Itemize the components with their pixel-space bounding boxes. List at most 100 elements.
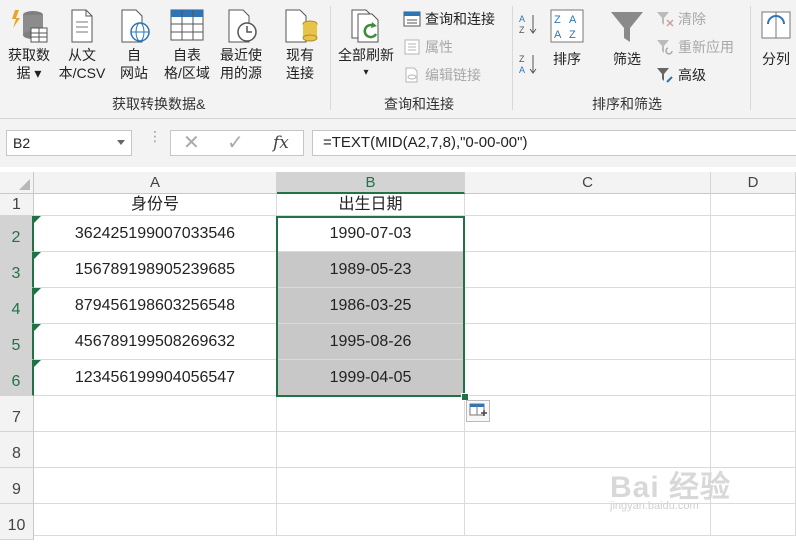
reapply-button[interactable]: 重新应用 <box>656 36 756 58</box>
cell-c1[interactable] <box>465 194 711 216</box>
group-queries-label: 查询和连接 <box>384 96 454 112</box>
cell-d5[interactable] <box>711 324 796 360</box>
row-header-8[interactable]: 8 <box>0 432 34 468</box>
formula-bar-grip-icon[interactable]: ⋮ <box>148 129 162 153</box>
queries-connections-button[interactable]: 查询和连接 <box>403 8 513 30</box>
quick-analysis-icon <box>469 403 487 416</box>
select-all-corner[interactable] <box>0 172 34 194</box>
clear-filter-icon <box>657 12 674 27</box>
from-table-button[interactable]: 自表 格/区域 <box>160 6 214 82</box>
get-data-button[interactable]: 获取数 据 ▾ <box>4 6 54 82</box>
cell-d10[interactable] <box>711 504 796 536</box>
cell-b10[interactable] <box>277 504 465 536</box>
sort-button[interactable]: ZA AZ 排序 <box>546 8 588 68</box>
from-web-label-2: 网站 <box>120 65 148 81</box>
cell-d2[interactable] <box>711 216 796 252</box>
cell-a3[interactable]: 156789198905239685 <box>34 252 277 288</box>
column-header-d[interactable]: D <box>711 172 796 194</box>
insert-function-icon[interactable]: fx <box>273 131 289 155</box>
from-text-csv-button[interactable]: 从文 本/CSV <box>56 6 108 82</box>
cell-b5[interactable]: 1995-08-26 <box>277 324 465 360</box>
cell-c7[interactable] <box>465 396 711 432</box>
table-icon <box>170 9 204 41</box>
id-number: 456789199508269632 <box>74 333 236 350</box>
web-globe-icon <box>121 9 150 43</box>
properties-button[interactable]: 属性 <box>403 36 513 58</box>
confirm-entry-icon[interactable]: ✓ <box>227 131 244 155</box>
cell-b2[interactable]: 1990-07-03 <box>277 216 465 252</box>
cell-b7[interactable] <box>277 396 465 432</box>
sort-za-button[interactable]: ZA <box>518 52 540 76</box>
clear-filter-button[interactable]: 清除 <box>656 8 746 30</box>
cell-b9[interactable] <box>277 468 465 504</box>
corner-triangle-icon <box>19 179 30 190</box>
cell-c4[interactable] <box>465 288 711 324</box>
advanced-filter-icon <box>657 68 673 83</box>
svg-text:Z: Z <box>569 29 576 41</box>
column-header-a[interactable]: A <box>34 172 277 194</box>
row-header-9[interactable]: 9 <box>0 468 34 504</box>
cell-b3[interactable]: 1989-05-23 <box>277 252 465 288</box>
cell-a9[interactable] <box>34 468 277 504</box>
cell-a6[interactable]: 123456199904056547 <box>34 360 277 396</box>
svg-text:Z: Z <box>519 25 525 35</box>
row-header-7[interactable]: 7 <box>0 396 34 432</box>
refresh-all-button[interactable]: 全部刷新 ▾ <box>334 6 398 82</box>
cell-a2[interactable]: 362425199007033546 <box>34 216 277 252</box>
cell-a1[interactable]: 身份号 <box>34 194 277 216</box>
queries-icon <box>403 11 421 27</box>
row-header-3[interactable]: 3 <box>0 252 34 288</box>
ribbon-separator <box>512 6 513 110</box>
edit-links-button[interactable]: 编辑链接 <box>403 64 513 86</box>
row-header-2[interactable]: 2 <box>0 216 34 252</box>
existing-connections-button[interactable]: 现有 连接 <box>276 6 324 82</box>
id-number: 123456199904056547 <box>74 369 236 386</box>
cell-b8[interactable] <box>277 432 465 468</box>
filter-button[interactable]: 筛选 <box>606 8 648 68</box>
row-header-5[interactable]: 5 <box>0 324 34 360</box>
cell-a5[interactable]: 456789199508269632 <box>34 324 277 360</box>
cell-a10[interactable] <box>34 504 277 536</box>
cell-c3[interactable] <box>465 252 711 288</box>
cell-c2[interactable] <box>465 216 711 252</box>
reapply-label: 重新应用 <box>678 39 734 55</box>
cell-b4[interactable]: 1986-03-25 <box>277 288 465 324</box>
from-web-button[interactable]: 自 网站 <box>112 6 156 82</box>
connection-icon <box>285 9 318 43</box>
advanced-filter-button[interactable]: 高级 <box>656 64 746 86</box>
error-indicator-icon <box>34 216 41 223</box>
cell-d4[interactable] <box>711 288 796 324</box>
column-header-c[interactable]: C <box>465 172 711 194</box>
cell-d6[interactable] <box>711 360 796 396</box>
sort-az-button[interactable]: AZ <box>518 12 540 36</box>
cell-d3[interactable] <box>711 252 796 288</box>
cell-a7[interactable] <box>34 396 277 432</box>
filter-label: 筛选 <box>613 51 641 67</box>
name-box[interactable]: B2 <box>6 130 132 156</box>
row-header-1[interactable]: 1 <box>0 194 34 216</box>
recent-sources-button[interactable]: 最近使 用的源 <box>216 6 266 82</box>
quick-analysis-button[interactable] <box>466 400 490 422</box>
from-table-label-2: 格/区域 <box>164 65 210 81</box>
cell-d7[interactable] <box>711 396 796 432</box>
text-to-columns-button[interactable]: 分列 <box>756 8 796 68</box>
properties-label: 属性 <box>425 39 453 55</box>
chevron-down-icon[interactable] <box>117 140 125 145</box>
cell-a8[interactable] <box>34 432 277 468</box>
error-indicator-icon <box>34 360 41 367</box>
cell-a4[interactable]: 879456198603256548 <box>34 288 277 324</box>
cell-b6[interactable]: 1999-04-05 <box>277 360 465 396</box>
cancel-entry-icon[interactable]: ✕ <box>183 131 200 155</box>
row-header-6[interactable]: 6 <box>0 360 34 396</box>
cell-c6[interactable] <box>465 360 711 396</box>
row-header-4[interactable]: 4 <box>0 288 34 324</box>
sort-dialog-icon: ZA AZ <box>550 9 584 43</box>
cell-c5[interactable] <box>465 324 711 360</box>
formula-input[interactable]: =TEXT(MID(A2,7,8),"0-00-00") <box>312 130 796 156</box>
cell-b1[interactable]: 出生日期 <box>277 194 465 216</box>
column-header-b[interactable]: B <box>277 172 465 194</box>
id-number: 362425199007033546 <box>74 225 236 242</box>
ribbon-separator <box>750 6 751 110</box>
row-header-10[interactable]: 10 <box>0 504 34 540</box>
cell-d1[interactable] <box>711 194 796 216</box>
